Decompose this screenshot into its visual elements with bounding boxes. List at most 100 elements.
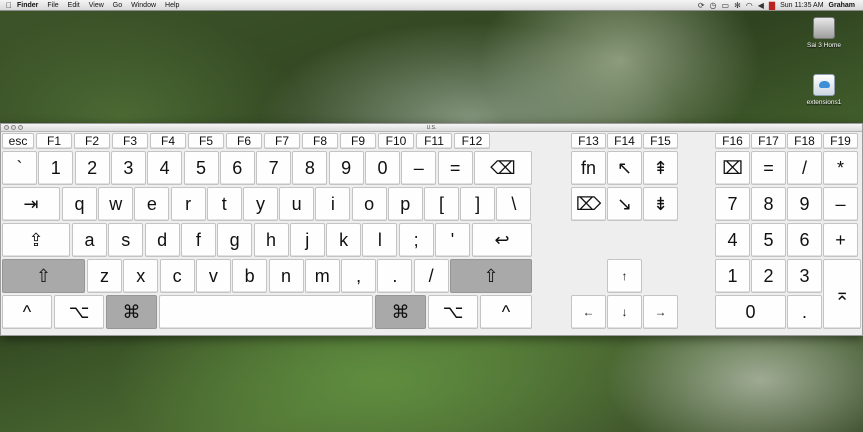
key-z[interactable]: z: [87, 259, 122, 293]
key-esc[interactable]: esc: [2, 133, 34, 149]
key-f11[interactable]: F11: [416, 133, 452, 149]
key-arrow-left[interactable]: ←: [571, 295, 606, 329]
key-f15[interactable]: F15: [643, 133, 678, 149]
key-m[interactable]: m: [304, 259, 340, 293]
key-r[interactable]: r: [170, 187, 206, 221]
key-shift-right[interactable]: ⇧: [450, 259, 532, 293]
key-n[interactable]: n: [268, 259, 304, 293]
window-titlebar[interactable]: U.S.: [1, 124, 862, 132]
key-h[interactable]: h: [253, 223, 289, 257]
key-0[interactable]: 0: [365, 151, 400, 185]
minimize-button[interactable]: [11, 125, 16, 130]
key-quote[interactable]: ': [435, 223, 470, 257]
bluetooth-icon[interactable]: ✻: [734, 0, 741, 11]
key-pad-5[interactable]: 5: [751, 223, 786, 257]
key-slash[interactable]: /: [413, 259, 449, 293]
key-1[interactable]: 1: [38, 151, 74, 185]
key-pad-7[interactable]: 7: [715, 187, 750, 221]
wifi-icon[interactable]: ◠: [746, 0, 753, 11]
key-y[interactable]: y: [243, 187, 278, 221]
flag-icon[interactable]: ▇: [769, 0, 775, 11]
key-arrow-up[interactable]: ↑: [607, 259, 642, 293]
key-pad-enter[interactable]: ⌅: [823, 259, 861, 329]
key-e[interactable]: e: [134, 187, 170, 221]
clock-time[interactable]: Sun 11:35 AM: [780, 0, 823, 11]
key-g[interactable]: g: [217, 223, 253, 257]
key-command-right[interactable]: ⌘: [375, 295, 426, 329]
key-9[interactable]: 9: [328, 151, 364, 185]
sync-icon[interactable]: ⟳: [698, 0, 705, 11]
menu-go[interactable]: Go: [113, 0, 122, 11]
key-s[interactable]: s: [108, 223, 144, 257]
key-7[interactable]: 7: [256, 151, 292, 185]
key-pad-9[interactable]: 9: [787, 187, 822, 221]
key-pad-divide[interactable]: /: [787, 151, 822, 185]
key-pad-8[interactable]: 8: [751, 187, 786, 221]
key-6[interactable]: 6: [219, 151, 255, 185]
key-c[interactable]: c: [159, 259, 195, 293]
key-caps-lock[interactable]: ⇪: [2, 223, 70, 257]
key-3[interactable]: 3: [110, 151, 146, 185]
key-f17[interactable]: F17: [751, 133, 786, 149]
key-u[interactable]: u: [279, 187, 315, 221]
key-arrow-down[interactable]: ↓: [607, 295, 642, 329]
key-pad-6[interactable]: 6: [787, 223, 822, 257]
key-pad-equals[interactable]: =: [751, 151, 786, 185]
key-f10[interactable]: F10: [378, 133, 414, 149]
key-forward-delete[interactable]: ⌦: [571, 187, 606, 221]
zoom-button[interactable]: [18, 125, 23, 130]
key-v[interactable]: v: [195, 259, 231, 293]
key-arrow-right[interactable]: →: [643, 295, 678, 329]
key-home[interactable]: ↖: [607, 151, 642, 185]
key-pad-1[interactable]: 1: [715, 259, 750, 293]
key-f2[interactable]: F2: [74, 133, 110, 149]
key-f12[interactable]: F12: [454, 133, 490, 149]
key-minus[interactable]: –: [401, 151, 437, 185]
key-4[interactable]: 4: [147, 151, 183, 185]
key-pad-2[interactable]: 2: [751, 259, 786, 293]
key-f9[interactable]: F9: [340, 133, 376, 149]
key-control-right[interactable]: ^: [480, 295, 532, 329]
key-fn[interactable]: fn: [571, 151, 606, 185]
apple-menu-icon[interactable]: : [6, 0, 17, 11]
key-clear[interactable]: ⌧: [715, 151, 750, 185]
key-f13[interactable]: F13: [571, 133, 606, 149]
key-d[interactable]: d: [144, 223, 180, 257]
key-pad-3[interactable]: 3: [787, 259, 822, 293]
key-k[interactable]: k: [326, 223, 362, 257]
menu-help[interactable]: Help: [165, 0, 179, 11]
key-8[interactable]: 8: [292, 151, 328, 185]
key-pad-decimal[interactable]: .: [787, 295, 822, 329]
key-pad-0[interactable]: 0: [715, 295, 786, 329]
key-grave[interactable]: `: [2, 151, 37, 185]
key-period[interactable]: .: [377, 259, 413, 293]
key-f8[interactable]: F8: [302, 133, 338, 149]
key-w[interactable]: w: [98, 187, 134, 221]
key-shift-left[interactable]: ⇧: [2, 259, 85, 293]
key-end[interactable]: ↘: [607, 187, 642, 221]
key-f18[interactable]: F18: [787, 133, 822, 149]
key-f7[interactable]: F7: [264, 133, 300, 149]
key-return[interactable]: ↩: [472, 223, 532, 257]
key-o[interactable]: o: [351, 187, 387, 221]
key-f5[interactable]: F5: [188, 133, 224, 149]
menu-view[interactable]: View: [89, 0, 104, 11]
key-pad-plus[interactable]: +: [823, 223, 858, 257]
key-page-down[interactable]: ⇟: [643, 187, 678, 221]
user-menu[interactable]: Graham: [829, 0, 855, 11]
menu-finder[interactable]: Finder: [17, 0, 38, 11]
key-q[interactable]: q: [62, 187, 97, 221]
key-tab[interactable]: ⇥: [2, 187, 60, 221]
key-option-left[interactable]: ⌥: [54, 295, 104, 329]
clock-icon[interactable]: ◷: [710, 0, 717, 11]
key-pad-4[interactable]: 4: [715, 223, 750, 257]
display-icon[interactable]: ▭: [722, 0, 730, 11]
key-delete[interactable]: ⌫: [474, 151, 532, 185]
close-button[interactable]: [4, 125, 9, 130]
key-option-right[interactable]: ⌥: [428, 295, 478, 329]
key-f3[interactable]: F3: [112, 133, 148, 149]
desktop-icon-extensions[interactable]: extensions1: [794, 74, 854, 106]
volume-icon[interactable]: ◀: [758, 0, 764, 11]
key-l[interactable]: l: [362, 223, 398, 257]
key-i[interactable]: i: [315, 187, 351, 221]
